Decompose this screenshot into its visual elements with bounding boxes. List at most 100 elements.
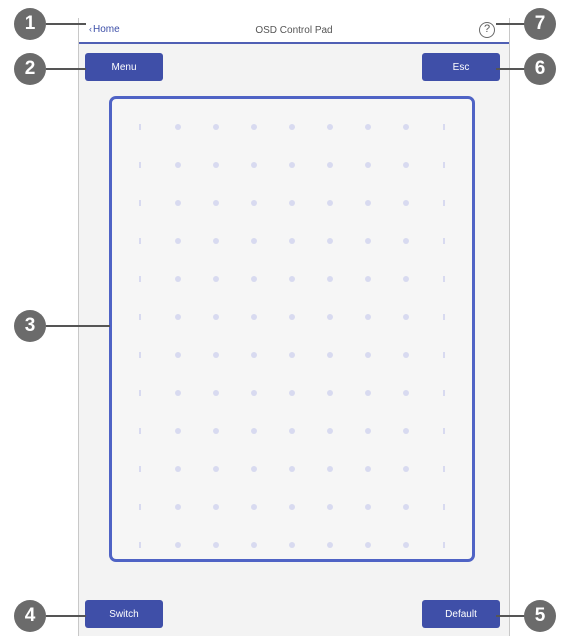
pad-grid-dot bbox=[251, 428, 257, 434]
pad-grid-dot bbox=[139, 504, 141, 510]
page-title: OSD Control Pad bbox=[255, 25, 333, 36]
pad-grid-dot bbox=[443, 314, 445, 320]
pad-grid-dot bbox=[289, 542, 295, 548]
pad-grid-dot bbox=[443, 390, 445, 396]
pad-grid-dot bbox=[175, 238, 181, 244]
pad-grid-dot bbox=[443, 466, 445, 472]
callout-1: 1 bbox=[14, 8, 46, 40]
help-icon[interactable]: ? bbox=[479, 22, 495, 38]
pad-grid-dot bbox=[403, 504, 409, 510]
pad-grid-dot bbox=[365, 124, 371, 130]
pad-grid-dot bbox=[443, 542, 445, 548]
pad-grid-dot bbox=[365, 352, 371, 358]
callout-2-leader bbox=[46, 68, 86, 70]
pad-grid-dot bbox=[213, 352, 219, 358]
pad-grid-dot bbox=[403, 124, 409, 130]
pad-grid-dot bbox=[175, 124, 181, 130]
pad-grid-dot bbox=[251, 466, 257, 472]
pad-grid-dot bbox=[327, 428, 333, 434]
callout-3: 3 bbox=[14, 310, 46, 342]
pad-grid-dot bbox=[327, 276, 333, 282]
callout-4: 4 bbox=[14, 600, 46, 632]
pad-grid-dot bbox=[443, 428, 445, 434]
callout-6: 6 bbox=[524, 53, 556, 85]
pad-grid-dot bbox=[327, 352, 333, 358]
pad-grid-dot bbox=[139, 200, 141, 206]
pad-grid-dot bbox=[213, 124, 219, 130]
pad-grid-dot bbox=[327, 162, 333, 168]
pad-grid-dot bbox=[175, 276, 181, 282]
switch-button[interactable]: Switch bbox=[85, 600, 163, 628]
pad-grid-dot bbox=[443, 124, 445, 130]
pad-grid-dot bbox=[213, 200, 219, 206]
pad-grid-dot bbox=[251, 276, 257, 282]
pad-grid-dot bbox=[175, 162, 181, 168]
pad-grid-dot bbox=[289, 162, 295, 168]
pad-grid-dot bbox=[175, 314, 181, 320]
pad-grid-dot bbox=[175, 352, 181, 358]
callout-2: 2 bbox=[14, 53, 46, 85]
pad-grid-dot bbox=[213, 238, 219, 244]
pad-grid-dot bbox=[403, 390, 409, 396]
pad-grid-dot bbox=[443, 352, 445, 358]
pad-grid-dot bbox=[289, 314, 295, 320]
pad-grid-dot bbox=[365, 504, 371, 510]
pad-grid-dot bbox=[289, 466, 295, 472]
pad-grid-dot bbox=[327, 124, 333, 130]
pad-grid-dot bbox=[139, 238, 141, 244]
pad-grid-dot bbox=[403, 276, 409, 282]
pad-grid-dot bbox=[139, 390, 141, 396]
pad-grid-dot bbox=[175, 390, 181, 396]
pad-grid-dot bbox=[289, 200, 295, 206]
pad-grid-dot bbox=[175, 200, 181, 206]
pad-grid-dot bbox=[327, 238, 333, 244]
pad-grid-dot bbox=[251, 504, 257, 510]
pad-grid-dot bbox=[443, 276, 445, 282]
pad-grid-dot bbox=[443, 504, 445, 510]
esc-button[interactable]: Esc bbox=[422, 53, 500, 81]
pad-grid-dot bbox=[403, 466, 409, 472]
pad-grid-dot bbox=[365, 390, 371, 396]
pad-grid-dot bbox=[403, 238, 409, 244]
callout-4-leader bbox=[46, 615, 86, 617]
pad-grid-dot bbox=[139, 542, 141, 548]
pad-grid-dot bbox=[251, 238, 257, 244]
pad-grid-dot bbox=[289, 428, 295, 434]
pad-grid-dot bbox=[213, 314, 219, 320]
pad-grid-dot bbox=[251, 390, 257, 396]
pad-grid-dot bbox=[251, 542, 257, 548]
pad-grid-dot bbox=[139, 124, 141, 130]
pad-grid-dot bbox=[365, 162, 371, 168]
pad-grid-dot bbox=[139, 276, 141, 282]
header-bar: ‹Home OSD Control Pad ? bbox=[79, 18, 509, 44]
pad-grid-dot bbox=[403, 200, 409, 206]
pad-grid-dot bbox=[365, 466, 371, 472]
pad-grid-dot bbox=[289, 352, 295, 358]
callout-5: 5 bbox=[524, 600, 556, 632]
pad-grid-dot bbox=[213, 276, 219, 282]
pad-grid-dot bbox=[289, 124, 295, 130]
pad-grid-dot bbox=[403, 162, 409, 168]
pad-grid-dot bbox=[443, 200, 445, 206]
pad-grid-dot bbox=[213, 390, 219, 396]
pad-grid-dot bbox=[251, 314, 257, 320]
pad-grid-dot bbox=[327, 200, 333, 206]
pad-grid-dot bbox=[327, 390, 333, 396]
touch-pad-area[interactable] bbox=[109, 96, 475, 562]
callout-7: 7 bbox=[524, 8, 556, 40]
menu-button[interactable]: Menu bbox=[85, 53, 163, 81]
pad-grid-dot bbox=[251, 352, 257, 358]
pad-grid-dot bbox=[403, 428, 409, 434]
pad-grid-dot bbox=[213, 542, 219, 548]
pad-grid-dot bbox=[175, 504, 181, 510]
pad-grid-dot bbox=[403, 542, 409, 548]
pad-grid-dot bbox=[365, 314, 371, 320]
pad-grid-dot bbox=[443, 162, 445, 168]
callout-3-leader bbox=[46, 325, 110, 327]
pad-grid-dot bbox=[213, 162, 219, 168]
pad-grid-dot bbox=[289, 390, 295, 396]
pad-grid-dot bbox=[251, 200, 257, 206]
pad-grid-dot bbox=[365, 542, 371, 548]
default-button[interactable]: Default bbox=[422, 600, 500, 628]
pad-grid-dot bbox=[213, 466, 219, 472]
